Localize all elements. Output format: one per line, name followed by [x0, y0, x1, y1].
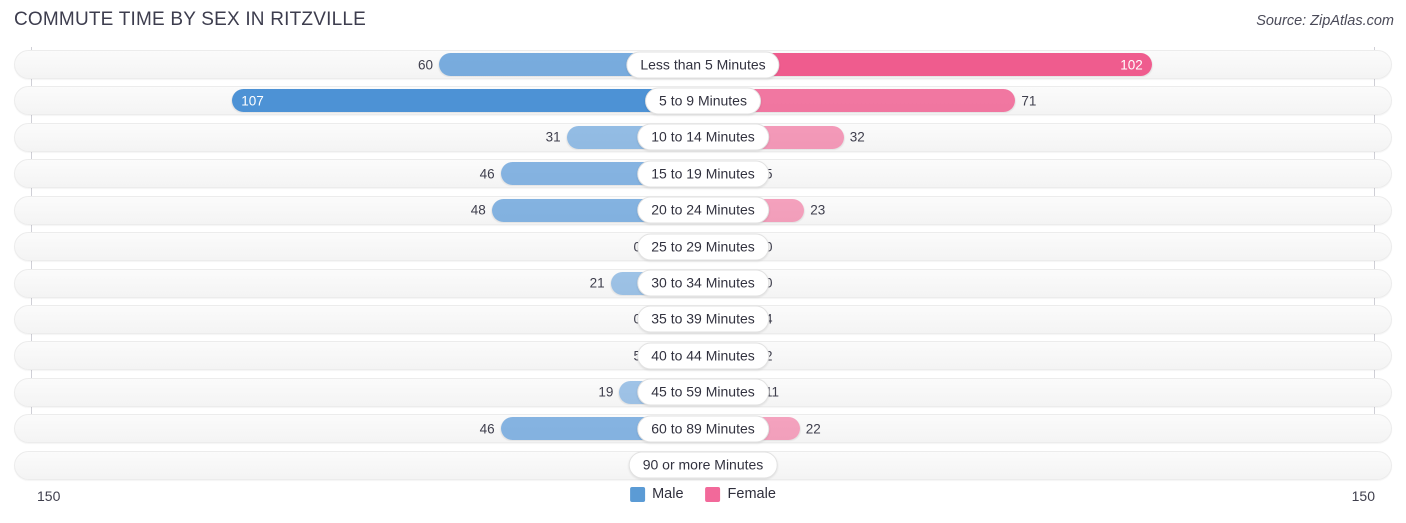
value-label-male: 46	[479, 421, 495, 437]
category-label: 10 to 14 Minutes	[637, 123, 769, 151]
category-label: 45 to 59 Minutes	[637, 378, 769, 406]
value-label-female: 22	[805, 421, 821, 437]
category-label: 35 to 39 Minutes	[637, 305, 769, 333]
table-row: 107 71 5 to 9 Minutes	[14, 86, 1392, 116]
category-label: 25 to 29 Minutes	[637, 233, 769, 261]
value-label-male: 107	[241, 93, 264, 109]
value-label-female: 23	[810, 202, 826, 218]
value-label-male: 31	[545, 129, 561, 145]
value-label-female: 32	[849, 129, 865, 145]
legend-item-male[interactable]: Male	[630, 486, 684, 502]
legend-swatch-icon	[705, 486, 721, 502]
category-label: 40 to 44 Minutes	[637, 342, 769, 370]
category-label: 30 to 34 Minutes	[637, 269, 769, 297]
value-label-male: 60	[417, 57, 433, 72]
table-row: 19 11 45 to 59 Minutes	[14, 377, 1392, 407]
table-row: 46 22 60 to 89 Minutes	[14, 414, 1392, 444]
value-label-male: 21	[589, 275, 605, 291]
page-title: COMMUTE TIME BY SEX IN RITZVILLE	[14, 9, 366, 30]
category-label: 90 or more Minutes	[628, 451, 778, 479]
table-row: 31 32 10 to 14 Minutes	[14, 122, 1392, 152]
table-row: 0435 to 39 Minutes	[14, 304, 1392, 334]
category-label: Less than 5 Minutes	[626, 51, 780, 78]
table-row: 6090 or more Minutes	[14, 450, 1392, 480]
value-label-female: 71	[1021, 93, 1037, 109]
legend-label: Male	[652, 486, 684, 502]
value-label-male: 48	[470, 202, 486, 218]
table-row: 0025 to 29 Minutes	[14, 232, 1392, 262]
chart-legend: Male Female	[630, 486, 776, 502]
table-row: 46515 to 19 Minutes	[14, 159, 1392, 189]
axis-max-left: 150	[37, 488, 61, 504]
legend-label: Female	[727, 486, 776, 502]
category-label: 5 to 9 Minutes	[645, 87, 761, 115]
axis-max-right: 150	[1351, 488, 1375, 504]
category-label: 15 to 19 Minutes	[637, 160, 769, 188]
chart-footer: 150 150 Male Female	[0, 484, 1406, 523]
table-row: 21030 to 34 Minutes	[14, 268, 1392, 298]
chart-container: COMMUTE TIME BY SEX IN RITZVILLE Source:…	[0, 0, 1406, 523]
category-label: 60 to 89 Minutes	[637, 415, 769, 443]
value-label-male: 19	[598, 384, 614, 400]
bar-male[interactable]	[232, 89, 703, 113]
source-attribution: Source: ZipAtlas.com	[1256, 13, 1394, 29]
table-row: 48 23 20 to 24 Minutes	[14, 195, 1392, 225]
category-label: 20 to 24 Minutes	[637, 196, 769, 224]
plot-area: 60 102 Less than 5 Minutes 107 71 5 to 9 Minu…	[0, 47, 1406, 484]
value-label-female: 102	[1120, 57, 1143, 72]
value-label-male: 46	[479, 166, 495, 182]
legend-swatch-icon	[630, 486, 646, 502]
legend-item-female[interactable]: Female	[705, 486, 776, 502]
table-row: 5240 to 44 Minutes	[14, 341, 1392, 371]
table-row: 60 102 Less than 5 Minutes	[14, 50, 1392, 79]
